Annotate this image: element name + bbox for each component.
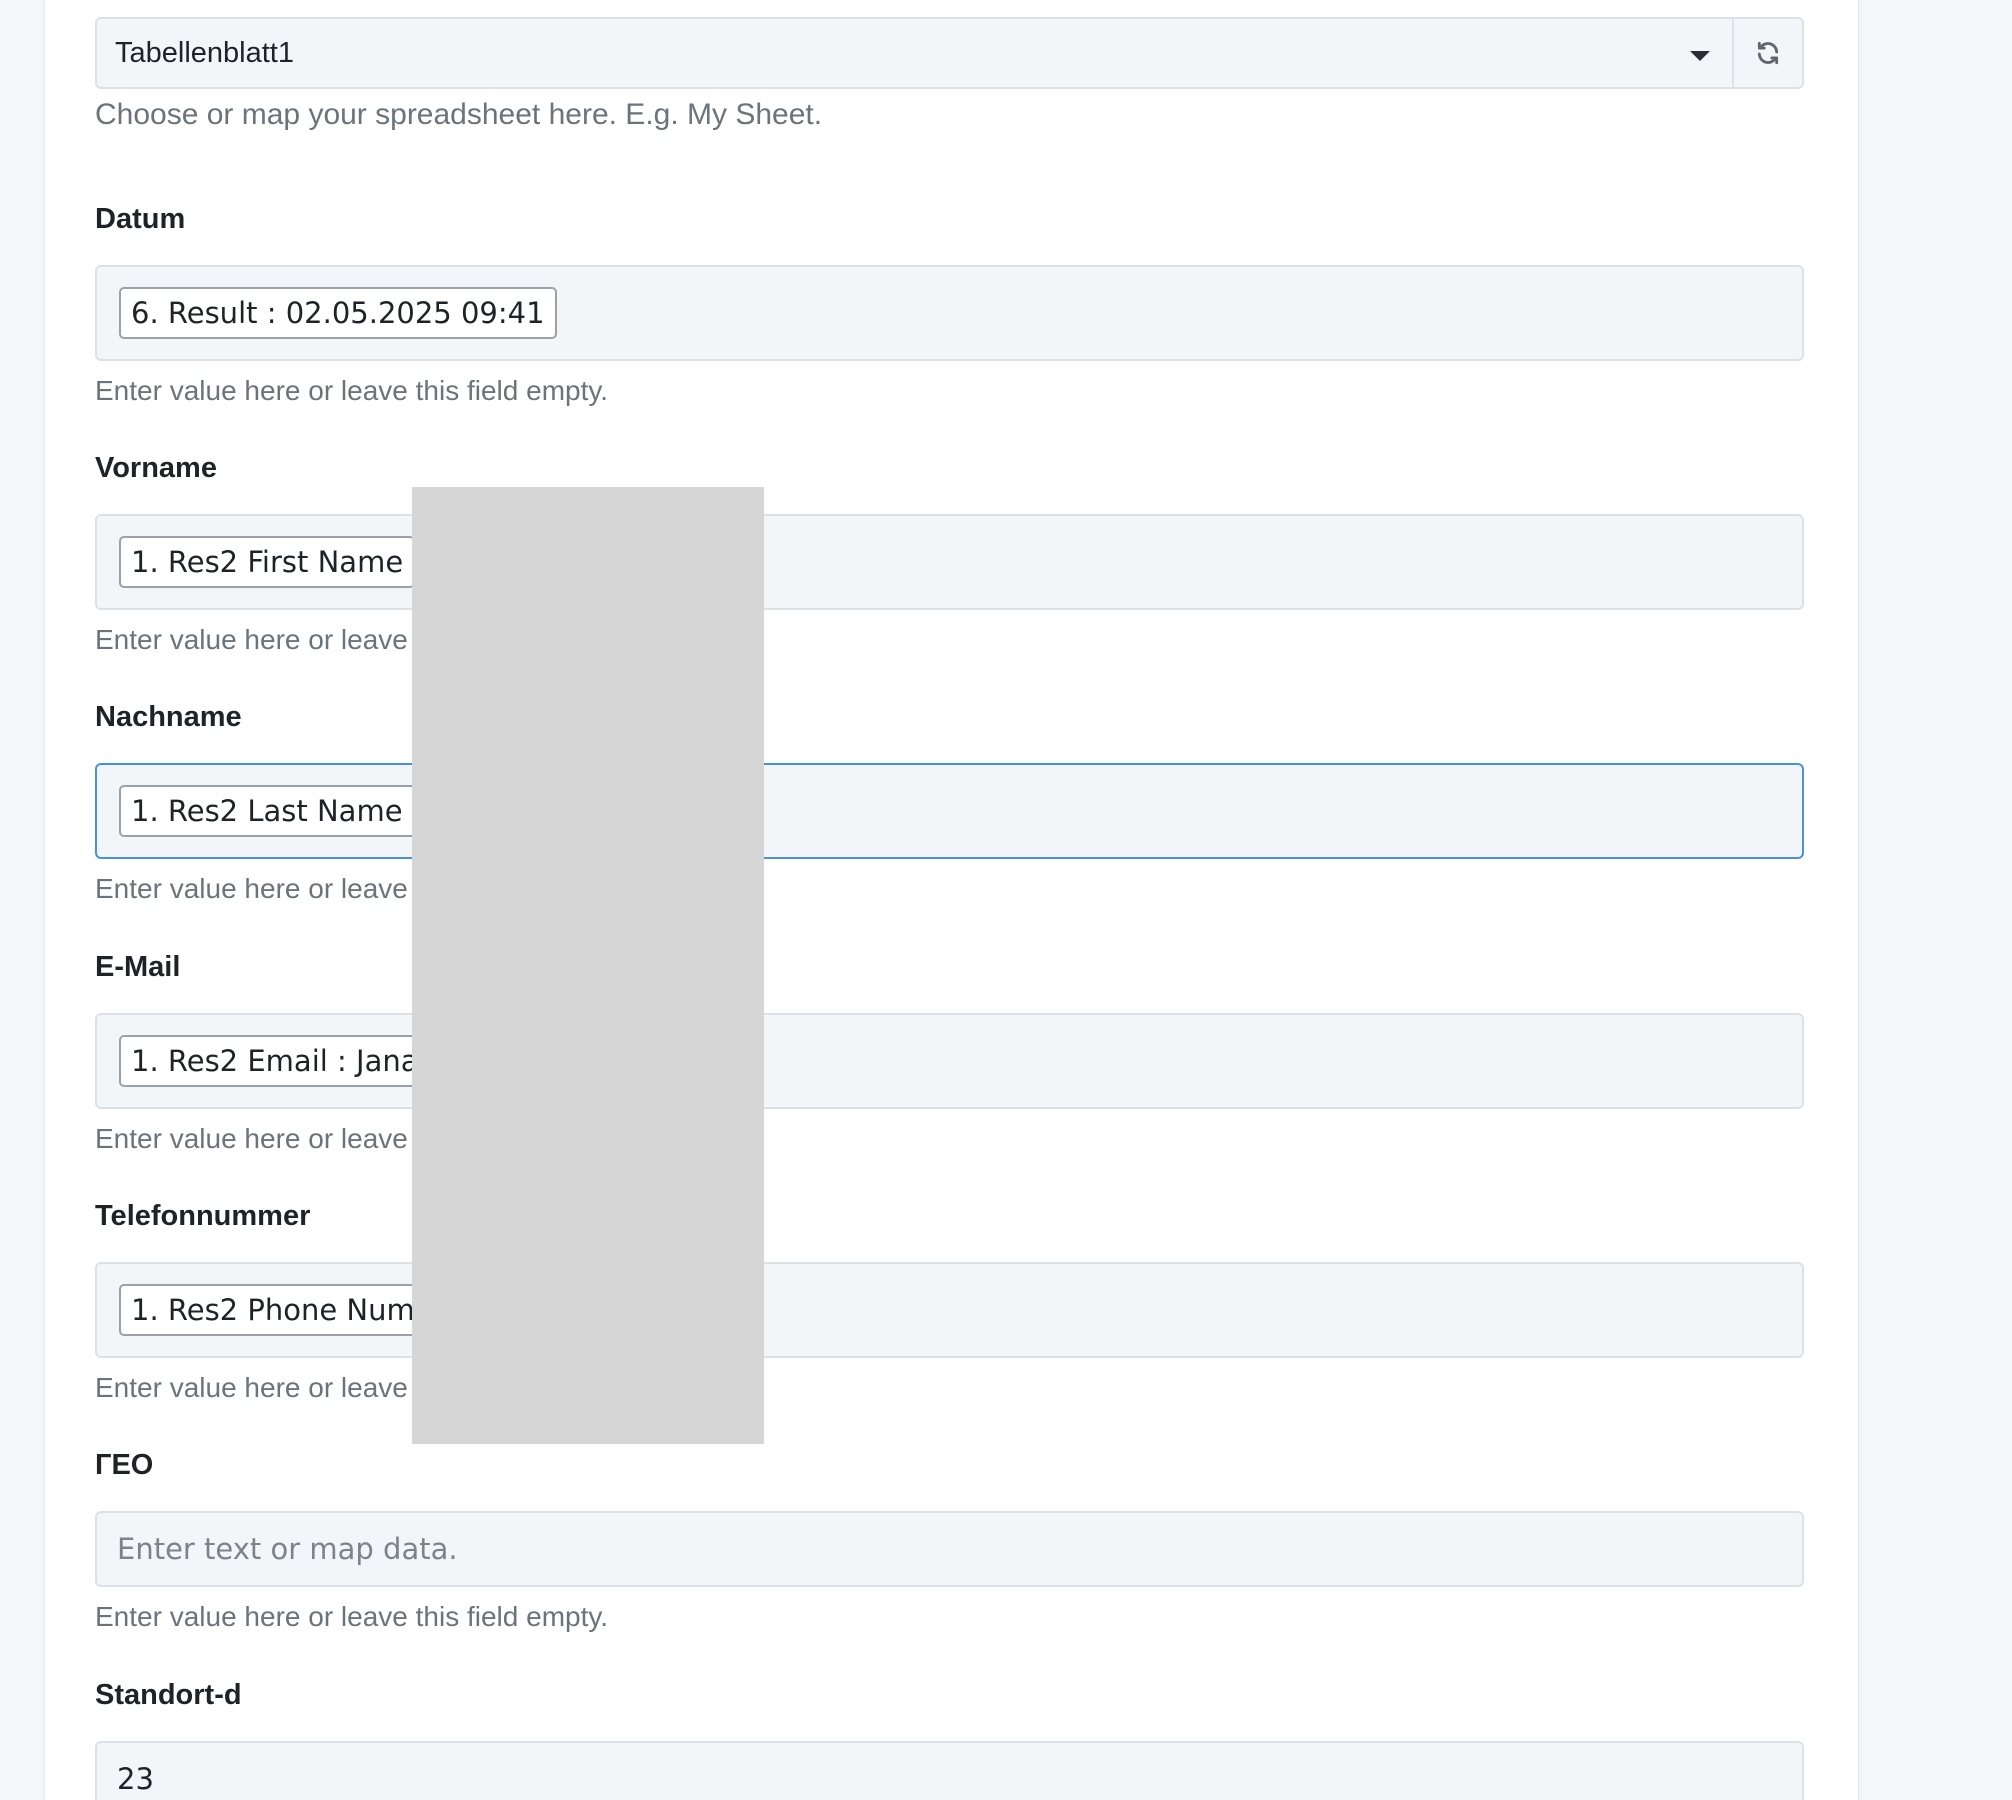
field-vorname: Vorname 1. Res2 First Name Enter value h…	[95, 448, 1804, 660]
field-datum: Datum 6. Result : 02.05.2025 09:41 Enter…	[95, 199, 1804, 411]
field-help-text: Enter value here or leave	[95, 1372, 408, 1403]
field-label: Vorname	[95, 452, 217, 484]
redaction-box	[412, 487, 764, 1444]
field-nachname: Nachname 1. Res2 Last Name : Enter value…	[95, 697, 1804, 909]
field-label: Datum	[95, 203, 186, 235]
field-label: E-Mail	[95, 951, 181, 983]
refresh-icon	[1757, 41, 1779, 65]
form-panel: Tabellenblatt1 Choose or map your spread…	[44, 0, 1859, 1800]
field-help-text: Enter value here or leave	[95, 1123, 408, 1154]
spreadsheet-help-text: Choose or map your spreadsheet here. E.g…	[95, 98, 823, 131]
vorname-input[interactable]: 1. Res2 First Name	[95, 514, 1804, 610]
spreadsheet-select[interactable]: Tabellenblatt1	[95, 17, 1734, 89]
standort-d-value: 23	[117, 1762, 154, 1796]
mapped-value-pill[interactable]: 1. Res2 Last Name :	[119, 785, 434, 837]
spreadsheet-select-row: Tabellenblatt1	[95, 17, 1804, 89]
field-label: Telefonnummer	[95, 1200, 311, 1232]
chevron-down-icon	[1690, 51, 1710, 61]
telefonnummer-input[interactable]: 1. Res2 Phone Numb	[95, 1262, 1804, 1358]
geo-input-placeholder: Enter text or map data.	[117, 1532, 458, 1566]
field-telefonnummer: Telefonnummer 1. Res2 Phone Numb Enter v…	[95, 1196, 1804, 1408]
geo-input[interactable]: Enter text or map data.	[95, 1511, 1804, 1587]
field-label: Nachname	[95, 701, 242, 733]
field-label: Standort-d	[95, 1679, 242, 1711]
spreadsheet-selected-value: Tabellenblatt1	[115, 36, 294, 69]
field-help-text: Enter value here or leave this field emp…	[95, 375, 609, 406]
nachname-input[interactable]: 1. Res2 Last Name :	[95, 763, 1804, 859]
field-label: ГЕО	[95, 1449, 154, 1481]
mapped-value-pill[interactable]: 1. Res2 Email : Jana	[119, 1035, 431, 1087]
datum-input[interactable]: 6. Result : 02.05.2025 09:41	[95, 265, 1804, 361]
mapped-value-pill[interactable]: 1. Res2 Phone Numb	[119, 1284, 446, 1336]
field-email: E-Mail 1. Res2 Email : Jana Enter value …	[95, 947, 1804, 1159]
field-help-text: Enter value here or leave	[95, 624, 408, 655]
field-standort-d: Standort-d 23	[95, 1675, 1804, 1800]
mapped-value-pill[interactable]: 1. Res2 First Name	[119, 536, 416, 588]
email-input[interactable]: 1. Res2 Email : Jana	[95, 1013, 1804, 1109]
standort-d-input[interactable]: 23	[95, 1741, 1804, 1800]
mapped-value-pill[interactable]: 6. Result : 02.05.2025 09:41	[119, 287, 557, 339]
refresh-button[interactable]	[1734, 17, 1804, 89]
field-help-text: Enter value here or leave this field emp…	[95, 1601, 609, 1632]
field-geo: ГЕО Enter text or map data. Enter value …	[95, 1445, 1804, 1637]
field-help-text: Enter value here or leave	[95, 873, 408, 904]
